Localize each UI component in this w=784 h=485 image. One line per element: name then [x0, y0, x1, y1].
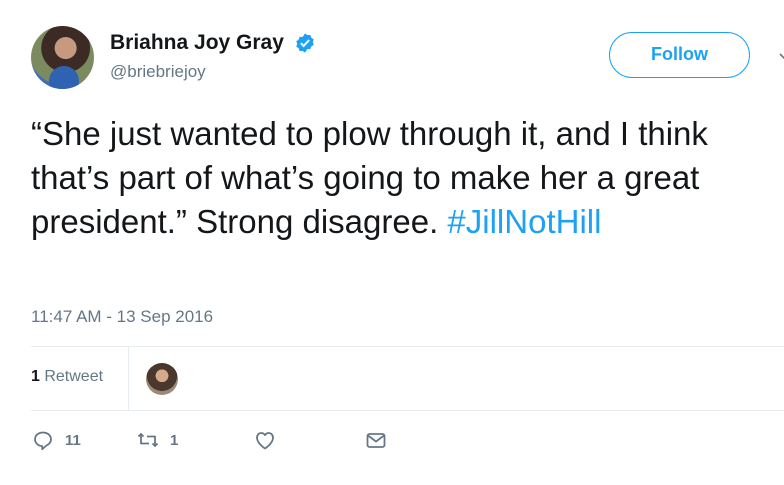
- follow-button[interactable]: Follow: [609, 32, 750, 78]
- stats-separator: [128, 347, 129, 410]
- tweet-text: “She just wanted to plow through it, and…: [31, 112, 784, 244]
- reply-count: 11: [65, 431, 81, 449]
- tweet-stats: 1 Retweet: [31, 347, 784, 410]
- envelope-icon: [366, 433, 386, 448]
- chevron-down-icon[interactable]: [779, 51, 784, 61]
- divider: [31, 410, 784, 411]
- verified-badge-icon: [296, 33, 315, 53]
- retweet-stat-count: 1: [31, 368, 40, 385]
- reply-action[interactable]: 11: [31, 428, 81, 452]
- retweet-action[interactable]: 1: [136, 428, 178, 452]
- tweet-timestamp[interactable]: 11:47 AM - 13 Sep 2016: [31, 307, 213, 327]
- retweet-stat[interactable]: 1 Retweet: [31, 368, 103, 386]
- retweet-count: 1: [170, 431, 179, 449]
- heart-icon: [256, 432, 274, 450]
- hashtag-link[interactable]: #JillNotHill: [447, 203, 601, 240]
- tweet-header: Briahna Joy Gray @briebriejoy Follow: [31, 26, 784, 92]
- retweeter-avatar[interactable]: [146, 363, 178, 395]
- reply-icon: [34, 431, 52, 451]
- message-action[interactable]: [364, 428, 388, 452]
- like-action[interactable]: [253, 428, 277, 452]
- tweet-actions: 11 1: [31, 428, 784, 458]
- author-block: Briahna Joy Gray @briebriejoy: [110, 30, 316, 82]
- author-handle[interactable]: @briebriejoy: [110, 62, 316, 82]
- author-name[interactable]: Briahna Joy Gray: [110, 30, 284, 56]
- author-avatar[interactable]: [31, 26, 94, 89]
- retweet-icon: [137, 433, 159, 447]
- retweet-stat-label: Retweet: [39, 368, 104, 385]
- tweet-body: “She just wanted to plow through it, and…: [31, 115, 718, 240]
